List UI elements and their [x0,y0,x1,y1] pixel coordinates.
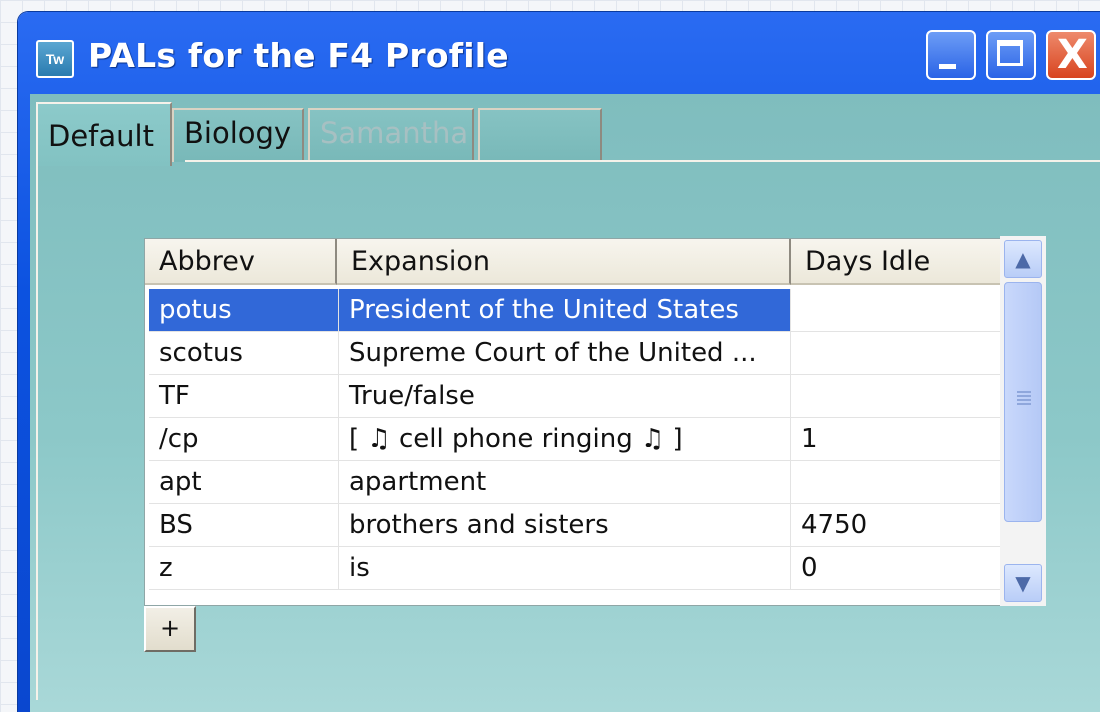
cell-expansion: True/false [339,375,791,418]
cell-days-idle: 0 [791,547,1005,590]
column-header-days-idle[interactable]: Days Idle [791,239,1005,285]
cell-expansion: President of the United States [339,289,791,332]
window-title: PALs for the F4 Profile [88,36,509,75]
close-icon: X [1057,32,1088,78]
pals-window: Tw PALs for the F4 Profile X Default Bio… [18,12,1100,712]
tab-samantha[interactable]: Samantha [308,108,474,162]
cell-expansion: apartment [339,461,791,504]
table-row[interactable]: TF True/false [145,375,1005,418]
cell-days-idle [791,375,1005,418]
table-row[interactable]: potus President of the United States [145,289,1005,332]
table-row[interactable]: /cp [ ♫ cell phone ringing ♫ ] 1 [145,418,1005,461]
table-row[interactable]: BS brothers and sisters 4750 [145,504,1005,547]
chevron-up-icon: ▲ [1015,247,1031,271]
tab-strip-divider [185,160,1100,162]
pals-table: Abbrev Expansion Days Idle potus Preside… [144,238,1006,606]
tab-biology[interactable]: Biology [172,108,304,162]
window-client: Default Biology Samantha Abbrev Expansio… [30,94,1100,712]
title-bar[interactable]: Tw PALs for the F4 Profile X [18,12,1100,96]
cell-abbrev: BS [149,504,339,547]
tab-empty[interactable] [478,108,602,162]
cell-abbrev: /cp [149,418,339,461]
cell-expansion: Supreme Court of the United ... [339,332,791,375]
column-header-expansion[interactable]: Expansion [337,239,791,285]
cell-expansion: is [339,547,791,590]
table-row[interactable]: z is 0 [145,547,1005,590]
column-header-abbrev[interactable]: Abbrev [145,239,337,285]
vertical-scrollbar[interactable]: ▲ ▼ [1000,236,1046,606]
profile-tabs: Default Biology Samantha [30,94,1100,166]
scroll-up-button[interactable]: ▲ [1004,240,1042,278]
table-header: Abbrev Expansion Days Idle [145,239,1005,285]
app-icon: Tw [36,40,74,78]
cell-days-idle [791,289,1005,332]
cell-days-idle [791,332,1005,375]
minimize-button[interactable] [926,30,976,80]
table-row[interactable]: scotus Supreme Court of the United ... [145,332,1005,375]
grip-icon [1017,391,1031,407]
add-pal-button[interactable]: + [144,606,196,652]
cell-expansion: brothers and sisters [339,504,791,547]
cell-abbrev: potus [149,289,339,332]
table-row[interactable]: apt apartment [145,461,1005,504]
scroll-thumb[interactable] [1004,282,1042,522]
cell-expansion: [ ♫ cell phone ringing ♫ ] [339,418,791,461]
scroll-down-button[interactable]: ▼ [1004,564,1042,602]
maximize-button[interactable] [986,30,1036,80]
cell-abbrev: TF [149,375,339,418]
cell-abbrev: scotus [149,332,339,375]
cell-abbrev: z [149,547,339,590]
cell-days-idle [791,461,1005,504]
tab-default[interactable]: Default [36,102,172,166]
cell-days-idle: 1 [791,418,1005,461]
panel-border [36,162,38,700]
cell-days-idle: 4750 [791,504,1005,547]
chevron-down-icon: ▼ [1015,571,1031,595]
close-button[interactable]: X [1046,30,1096,80]
cell-abbrev: apt [149,461,339,504]
